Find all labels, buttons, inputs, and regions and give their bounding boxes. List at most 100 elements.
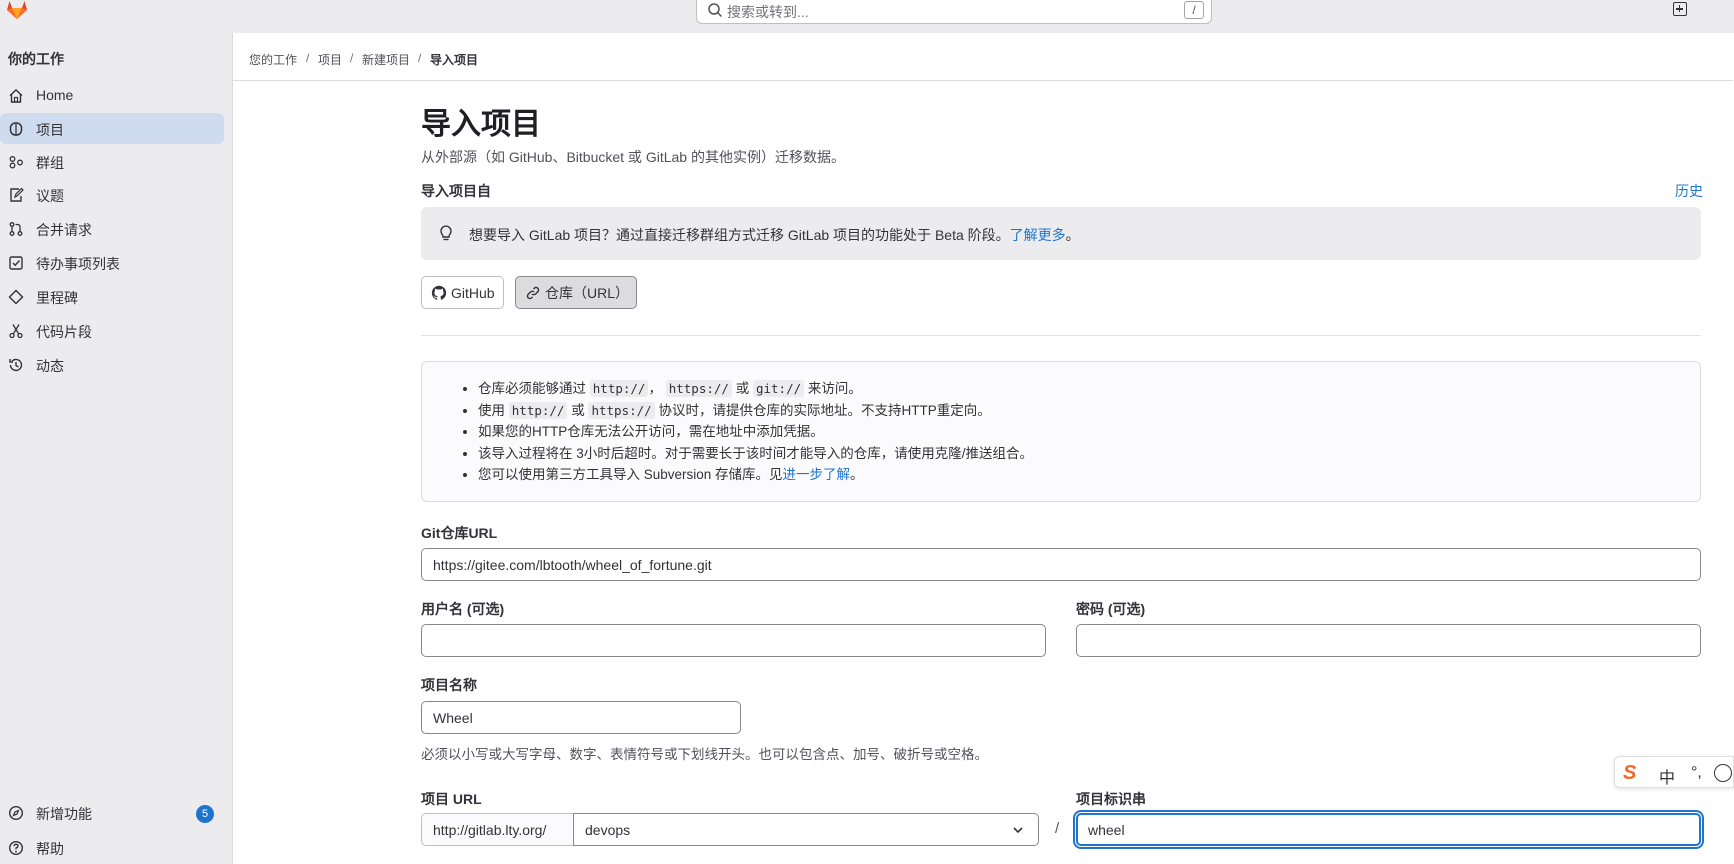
repo-url-source-button[interactable]: 仓库（URL） bbox=[515, 276, 637, 309]
main-content: 您的工作 / 项目 / 新建项目 / 导入项目 导入项目 从外部源（如 GitH… bbox=[232, 33, 1733, 864]
snippet-icon bbox=[9, 324, 23, 339]
emoji-icon[interactable] bbox=[1714, 764, 1732, 782]
sidebar-item-label: 议题 bbox=[36, 188, 64, 204]
sidebar-item-merge-requests[interactable]: 合并请求 bbox=[0, 213, 224, 244]
search-input[interactable]: 搜索或转到... / bbox=[696, 0, 1212, 24]
link-icon bbox=[526, 286, 540, 299]
github-source-label: GitHub bbox=[451, 284, 495, 301]
project-slug-field[interactable]: wheel bbox=[1076, 813, 1701, 846]
sidebar-item-projects[interactable]: 项目 bbox=[0, 113, 224, 144]
sidebar-item-snippets[interactable]: 代码片段 bbox=[0, 315, 224, 346]
project-name-value: Wheel bbox=[433, 710, 473, 726]
ime-mode-toggle[interactable]: 中 bbox=[1659, 764, 1675, 788]
sidebar-item-label: 动态 bbox=[36, 358, 64, 374]
sidebar-item-label: Home bbox=[36, 87, 74, 103]
learn-more-link[interactable]: 了解更多 bbox=[1010, 227, 1066, 243]
gitlab-logo[interactable] bbox=[5, 0, 29, 20]
git-url-field[interactable]: https://gitee.com/lbtooth/wheel_of_fortu… bbox=[421, 548, 1701, 581]
learn-more-svn-link[interactable]: 进一步了解 bbox=[783, 467, 851, 482]
url-separator: / bbox=[1055, 820, 1060, 837]
ime-logo[interactable]: S bbox=[1623, 762, 1636, 785]
breadcrumb: 您的工作 / 项目 / 新建项目 / 导入项目 bbox=[233, 33, 1733, 81]
sidebar-item-issues[interactable]: 议题 bbox=[0, 179, 224, 210]
breadcrumb-separator: / bbox=[306, 51, 310, 65]
beta-info-alert: 想要导入 GitLab 项目？通过直接迁移群组方式迁移 GitLab 项目的功能… bbox=[421, 207, 1701, 260]
breadcrumb-new-project[interactable]: 新建项目 bbox=[362, 51, 410, 68]
list-item: 仓库必须能够通过 http://， https:// 或 git:// 来访问。 bbox=[478, 378, 1033, 400]
password-label: 密码 (可选) bbox=[1076, 601, 1146, 617]
merge-request-icon bbox=[9, 222, 23, 236]
home-icon bbox=[9, 89, 23, 103]
sidebar-item-label: 里程碑 bbox=[36, 290, 78, 306]
sidebar-item-whats-new[interactable]: 新增功能 5 bbox=[0, 797, 224, 828]
sidebar: 你的工作 Home 项目 群组 议题 合并请求 待办事项列表 里程碑 代码片段 … bbox=[0, 33, 232, 864]
sidebar-item-label: 帮助 bbox=[36, 841, 64, 857]
history-link[interactable]: 历史 bbox=[1675, 181, 1703, 201]
history-icon bbox=[9, 358, 23, 372]
sidebar-item-todos[interactable]: 待办事项列表 bbox=[0, 247, 224, 278]
github-icon bbox=[431, 285, 447, 300]
project-name-label: 项目名称 bbox=[421, 677, 477, 693]
username-field[interactable] bbox=[421, 624, 1046, 657]
sidebar-item-label: 新增功能 bbox=[36, 806, 92, 822]
breadcrumb-projects[interactable]: 项目 bbox=[318, 51, 342, 68]
breadcrumb-import-project: 导入项目 bbox=[430, 53, 479, 67]
chevron-down-icon bbox=[1013, 827, 1023, 834]
group-icon bbox=[9, 156, 23, 169]
breadcrumb-your-work[interactable]: 您的工作 bbox=[249, 51, 297, 68]
sidebar-item-milestones[interactable]: 里程碑 bbox=[0, 281, 224, 312]
whats-new-count-badge: 5 bbox=[196, 805, 214, 823]
sidebar-item-home[interactable]: Home bbox=[0, 80, 224, 111]
password-field[interactable] bbox=[1076, 624, 1701, 657]
username-label: 用户名 (可选) bbox=[421, 601, 505, 617]
sidebar-title: 你的工作 bbox=[8, 51, 64, 67]
sidebar-item-label: 合并请求 bbox=[36, 222, 92, 238]
sidebar-item-label: 代码片段 bbox=[36, 324, 92, 340]
page-subtitle: 从外部源（如 GitHub、Bitbucket 或 GitLab 的其他实例）迁… bbox=[421, 149, 845, 165]
project-name-help: 必须以小写或大写字母、数字、表情符号或下划线开头。也可以包含点、加号、破折号或空… bbox=[421, 747, 988, 762]
issues-icon bbox=[10, 187, 24, 202]
project-slug-label: 项目标识串 bbox=[1076, 791, 1146, 807]
top-bar: 搜索或转到... / bbox=[0, 0, 1734, 33]
page-title: 导入项目 bbox=[421, 108, 541, 141]
compass-icon bbox=[8, 805, 24, 821]
project-icon bbox=[9, 122, 23, 136]
project-slug-value: wheel bbox=[1088, 822, 1125, 838]
search-placeholder: 搜索或转到... bbox=[727, 4, 809, 20]
project-url-label: 项目 URL bbox=[421, 791, 482, 807]
sidebar-item-activity[interactable]: 动态 bbox=[0, 349, 224, 380]
requirements-list: 仓库必须能够通过 http://， https:// 或 git:// 来访问。… bbox=[478, 378, 1033, 486]
sidebar-item-help[interactable]: 帮助 bbox=[0, 832, 224, 863]
git-url-label: Git仓库URL bbox=[421, 525, 498, 541]
breadcrumb-separator: / bbox=[350, 51, 354, 65]
breadcrumb-separator: / bbox=[418, 51, 422, 65]
search-shortcut-key: / bbox=[1184, 1, 1204, 19]
ime-punctuation-toggle[interactable]: °, bbox=[1691, 764, 1702, 782]
sidebar-item-label: 项目 bbox=[36, 122, 64, 138]
list-item: 您可以使用第三方工具导入 Subversion 存储库。见进一步了解。 bbox=[478, 464, 1033, 486]
repo-url-source-label: 仓库（URL） bbox=[545, 284, 630, 301]
ime-toolbar[interactable]: S 中 °, bbox=[1614, 756, 1734, 788]
create-new-icon[interactable] bbox=[1673, 2, 1687, 16]
bulb-icon bbox=[440, 225, 452, 241]
help-icon bbox=[8, 840, 24, 856]
sidebar-item-label: 待办事项列表 bbox=[36, 256, 120, 272]
todo-icon bbox=[9, 256, 23, 270]
project-url-prefix: http://gitlab.lty.org/ bbox=[421, 813, 573, 846]
namespace-select[interactable]: devops bbox=[573, 813, 1039, 846]
alert-text: 想要导入 GitLab 项目？通过直接迁移群组方式迁移 GitLab 项目的功能… bbox=[469, 227, 1080, 243]
list-item: 如果您的HTTP仓库无法公开访问，需在地址中添加凭据。 bbox=[478, 421, 1033, 443]
milestone-icon bbox=[8, 289, 24, 305]
search-icon bbox=[708, 3, 723, 18]
git-url-value: https://gitee.com/lbtooth/wheel_of_fortu… bbox=[433, 557, 712, 573]
list-item: 使用 http:// 或 https:// 协议时，请提供仓库的实际地址。不支持… bbox=[478, 400, 1033, 422]
repo-requirements-box: 仓库必须能够通过 http://， https:// 或 git:// 来访问。… bbox=[421, 361, 1701, 502]
github-source-button[interactable]: GitHub bbox=[421, 276, 504, 309]
namespace-value: devops bbox=[585, 822, 631, 838]
list-item: 该导入过程将在 3小时后超时。对于需要长于该时间才能导入的仓库，请使用克隆/推送… bbox=[478, 443, 1033, 465]
sidebar-item-groups[interactable]: 群组 bbox=[0, 146, 224, 177]
project-name-field[interactable]: Wheel bbox=[421, 701, 741, 734]
sidebar-item-label: 群组 bbox=[36, 155, 64, 171]
section-divider bbox=[421, 335, 1701, 336]
import-from-label: 导入项目自 bbox=[421, 183, 491, 199]
